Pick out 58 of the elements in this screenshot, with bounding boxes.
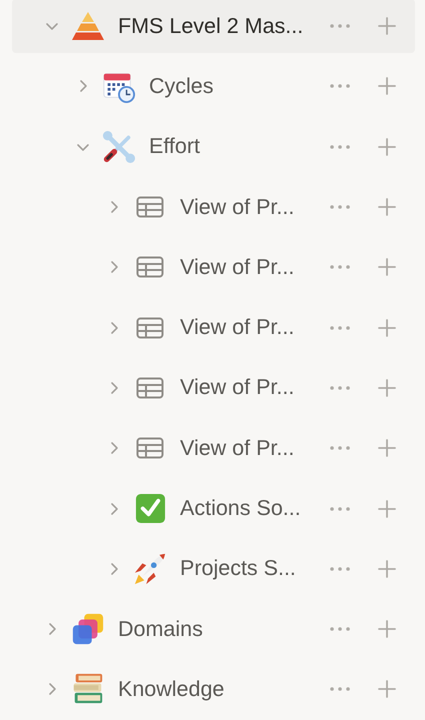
layers-icon [71, 612, 105, 646]
table-icon [136, 376, 164, 399]
item-label: Cycles [149, 74, 215, 99]
sidebar-item[interactable]: View of Pr... [12, 421, 415, 476]
table-icon [136, 437, 164, 460]
checkmark-icon [134, 493, 166, 524]
plus-icon[interactable] [378, 77, 396, 96]
plus-icon[interactable] [378, 17, 396, 36]
plus-icon[interactable] [378, 560, 396, 578]
plus-icon[interactable] [378, 680, 396, 698]
plus-icon[interactable] [378, 500, 396, 518]
item-label: View of Pr... [180, 375, 296, 400]
rocket-icon [133, 552, 167, 586]
more-icon[interactable] [329, 324, 351, 331]
more-icon[interactable] [329, 445, 351, 452]
more-icon[interactable] [329, 686, 351, 692]
sidebar-item[interactable]: Projects S... [12, 542, 415, 596]
more-icon[interactable] [329, 506, 351, 512]
sidebar-item[interactable]: Actions So... [12, 482, 415, 536]
more-icon[interactable] [329, 83, 351, 90]
item-label: View of Pr... [180, 436, 296, 461]
item-label: Knowledge [118, 676, 226, 702]
item-label: View of Pr... [180, 194, 296, 220]
plus-icon[interactable] [378, 318, 396, 337]
more-icon[interactable] [329, 566, 351, 572]
plus-icon[interactable] [378, 620, 396, 638]
plus-icon[interactable] [378, 439, 396, 458]
item-label: FMS Level 2 Mas... [118, 14, 304, 39]
item-label: View of Pr... [180, 254, 296, 280]
sidebar-item[interactable]: Knowledge [12, 662, 415, 716]
item-label: Actions So... [180, 496, 302, 522]
item-label: Projects S... [180, 556, 297, 582]
table-icon [136, 196, 164, 218]
sidebar-item[interactable]: View of Pr... [12, 240, 415, 294]
plus-icon[interactable] [378, 378, 396, 397]
plus-icon[interactable] [378, 138, 396, 156]
sidebar-item[interactable]: View of Pr... [12, 180, 415, 234]
more-icon[interactable] [329, 264, 351, 270]
sidebar-item[interactable]: View of Pr... [12, 300, 415, 355]
item-label: View of Pr... [180, 315, 296, 340]
table-icon [136, 316, 164, 339]
plus-icon[interactable] [378, 258, 396, 276]
item-label: Effort [149, 134, 201, 160]
item-label: Domains [118, 616, 204, 642]
sidebar-item[interactable]: FMS Level 2 Mas... [12, 0, 415, 54]
more-icon[interactable] [329, 626, 351, 632]
more-icon[interactable] [329, 384, 351, 391]
more-icon[interactable] [329, 144, 351, 150]
table-icon [136, 256, 164, 278]
more-icon[interactable] [329, 204, 351, 210]
more-icon[interactable] [329, 23, 351, 30]
sidebar-item[interactable]: Domains [12, 602, 415, 656]
sidebar-item[interactable]: View of Pr... [12, 360, 415, 415]
tools-icon [102, 130, 136, 164]
plus-icon[interactable] [378, 198, 396, 216]
pyramid-icon [70, 10, 106, 42]
sidebar-item[interactable]: Effort [12, 120, 415, 174]
sidebar-item[interactable]: Cycles [12, 59, 415, 114]
